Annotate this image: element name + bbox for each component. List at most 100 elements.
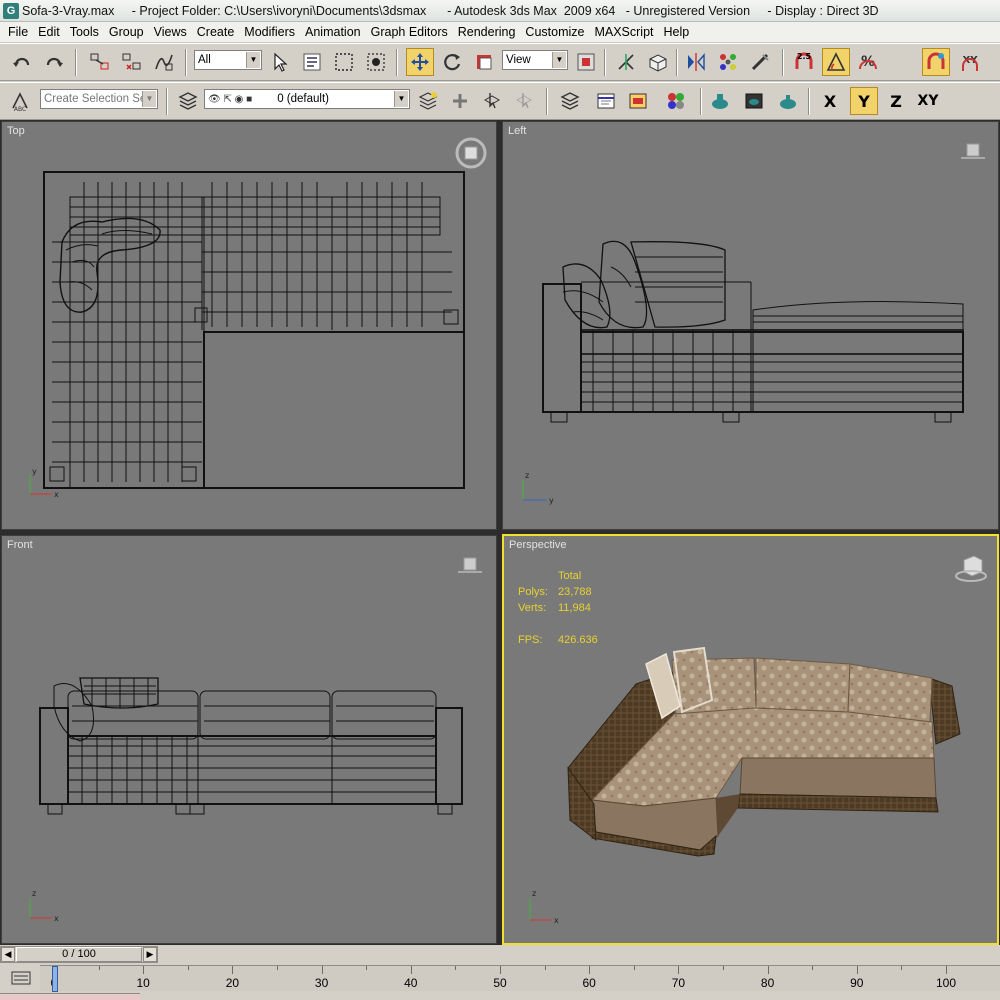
window-crossing-icon[interactable] — [362, 48, 390, 76]
svg-text:x: x — [554, 916, 559, 925]
percent-snap-icon[interactable]: % — [854, 48, 882, 76]
viewport-area: Top yx Left z y Front z x Perspective To… — [0, 120, 1000, 945]
previous-frame-icon[interactable]: ◀ — [1, 947, 15, 962]
redo-icon[interactable] — [40, 48, 68, 76]
select-and-link-icon[interactable] — [86, 48, 114, 76]
window-title: Sofa-3-Vray.max - Project Folder: C:\Use… — [22, 3, 879, 18]
current-frame-marker[interactable] — [52, 966, 58, 992]
timeline-tick — [678, 966, 680, 974]
menu-group[interactable]: Group — [104, 25, 149, 39]
menu-bar: File Edit Tools Group Views Create Modif… — [0, 22, 1000, 43]
time-slider[interactable]: ◀ 0 / 100 ▶ — [0, 946, 158, 963]
menu-animation[interactable]: Animation — [300, 25, 366, 39]
restrict-z-axis-button[interactable]: Z — [882, 87, 910, 115]
material-editor-icon[interactable] — [662, 87, 690, 115]
rectangular-selection-icon[interactable] — [330, 48, 358, 76]
select-and-scale-icon[interactable] — [470, 48, 498, 76]
render-production-icon[interactable] — [774, 87, 802, 115]
align-icon[interactable] — [714, 48, 742, 76]
timeline-tick — [366, 966, 368, 970]
named-selection-input[interactable]: Create Selection Set ▼ — [40, 89, 158, 109]
keyboard-shortcut-override-icon[interactable] — [644, 48, 672, 76]
svg-text:x: x — [54, 914, 59, 923]
timeline-tick — [723, 966, 724, 970]
timeline-tick — [767, 966, 769, 974]
viewport-top[interactable]: Top yx — [1, 121, 497, 530]
timeline-tick-label: 10 — [136, 976, 150, 990]
track-bar-ruler[interactable]: 0102030405060708090100 — [40, 965, 1000, 992]
restrict-y-axis-button[interactable]: Y — [850, 87, 878, 115]
timeline-tick-label: 20 — [225, 976, 240, 990]
restrict-xy-plane-button[interactable]: XY — [914, 87, 942, 115]
rendered-frame-window-icon[interactable] — [740, 87, 768, 115]
svg-text:z: z — [532, 889, 536, 898]
timeline-tick-label: 40 — [404, 976, 418, 990]
layer-manager-icon[interactable] — [174, 87, 202, 115]
select-object-icon[interactable] — [266, 48, 294, 76]
svg-text:y: y — [549, 496, 554, 505]
timeline-tick — [544, 966, 546, 970]
spinner-snap-icon[interactable] — [922, 48, 950, 76]
next-frame-icon[interactable]: ▶ — [143, 947, 157, 962]
menu-views[interactable]: Views — [149, 25, 192, 39]
angle-snap-icon[interactable] — [822, 48, 850, 76]
menu-rendering[interactable]: Rendering — [453, 25, 521, 39]
curve-editor-icon[interactable] — [746, 48, 774, 76]
selection-filter-dropdown[interactable]: All ▼ — [194, 50, 262, 70]
timeline-tick — [187, 966, 189, 970]
time-slider-thumb[interactable]: 0 / 100 — [16, 947, 142, 962]
mini-curve-editor-icon[interactable] — [9, 968, 33, 988]
timeline-tick — [232, 966, 234, 974]
menu-customize[interactable]: Customize — [520, 25, 589, 39]
sofa-wireframe-left: zy — [522, 240, 964, 505]
status-strip — [0, 993, 1000, 1000]
menu-file[interactable]: File — [3, 25, 33, 39]
set-current-layer-icon[interactable] — [510, 87, 538, 115]
select-and-move-icon[interactable] — [406, 48, 434, 76]
menu-edit[interactable]: Edit — [33, 25, 65, 39]
svg-text:x: x — [54, 490, 59, 499]
axis-tripod: zx — [529, 889, 559, 925]
select-objects-in-layer-icon[interactable] — [478, 87, 506, 115]
layer-dropdown[interactable]: 👁 ⇱ ◉ ■ 0 (default) ▼ — [204, 89, 410, 109]
svg-text:ABC: ABC — [14, 106, 26, 112]
select-and-rotate-icon[interactable] — [438, 48, 466, 76]
undo-icon[interactable] — [8, 48, 36, 76]
use-pivot-point-center-icon[interactable] — [572, 48, 600, 76]
layer-visibility-icons: 👁 ⇱ ◉ ■ — [208, 94, 253, 105]
menu-create[interactable]: Create — [192, 25, 240, 39]
mirror-icon[interactable] — [682, 48, 710, 76]
render-setup-icon[interactable] — [706, 87, 734, 115]
sofa-wireframe-front: zx — [29, 677, 463, 923]
bind-to-space-warp-icon[interactable] — [150, 48, 178, 76]
toggle-layer-explorer-icon[interactable] — [556, 87, 584, 115]
timeline-tick — [143, 966, 145, 974]
unlink-selection-icon[interactable] — [118, 48, 146, 76]
svg-text:y: y — [32, 467, 37, 476]
timeline-tick-label: 50 — [493, 976, 507, 990]
viewport-left[interactable]: Left zy — [502, 121, 999, 530]
reference-coordinate-dropdown[interactable]: View ▼ — [502, 50, 568, 70]
schematic-view-icon[interactable] — [624, 87, 652, 115]
menu-tools[interactable]: Tools — [65, 25, 104, 39]
track-view-icon[interactable] — [592, 87, 620, 115]
select-and-manipulate-icon[interactable] — [612, 48, 640, 76]
restrict-x-axis-button[interactable]: X — [816, 87, 844, 115]
timeline-tick — [856, 966, 858, 974]
viewport-perspective[interactable]: Perspective Total Polys: 23,788 Verts: 1… — [502, 534, 999, 945]
track-bar[interactable]: 0102030405060708090100 — [0, 965, 1000, 992]
app-icon[interactable]: G — [3, 2, 19, 19]
menu-modifiers[interactable]: Modifiers — [239, 25, 300, 39]
named-selection-sets-icon[interactable]: ABC — [6, 87, 34, 115]
add-to-layer-icon[interactable] — [446, 87, 474, 115]
select-by-name-icon[interactable] — [298, 48, 326, 76]
viewport-front[interactable]: Front z x — [1, 535, 497, 944]
snaps-toggle-icon[interactable]: 2.5 — [790, 48, 818, 76]
edit-named-selection-icon[interactable]: XY — [956, 48, 984, 76]
menu-help[interactable]: Help — [659, 25, 695, 39]
timeline-tick — [946, 966, 947, 974]
create-new-layer-icon[interactable] — [414, 87, 442, 115]
timeline-tick — [277, 966, 278, 970]
menu-graph-editors[interactable]: Graph Editors — [366, 25, 453, 39]
menu-maxscript[interactable]: MAXScript — [589, 25, 658, 39]
